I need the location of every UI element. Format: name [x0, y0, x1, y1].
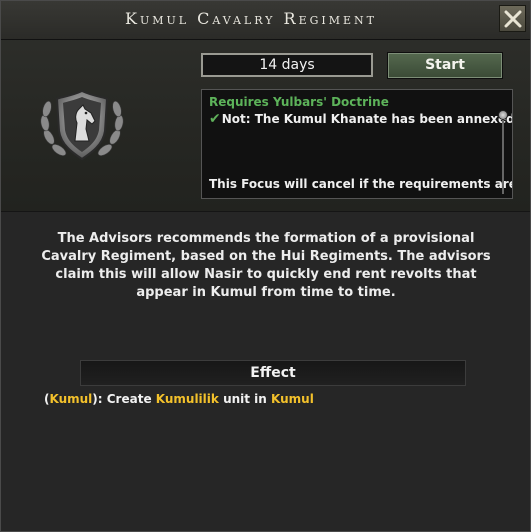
effect-line: (Kumul): Create Kumulilik unit in Kumul: [44, 392, 314, 406]
checkmark-icon: ✔: [209, 111, 221, 127]
scroll-track[interactable]: [502, 114, 504, 194]
requirements-scrollbar[interactable]: [498, 110, 508, 196]
close-x-icon: [504, 10, 521, 27]
effect-header: Effect: [80, 360, 466, 386]
requirement-condition-text: Not: The Kumul Khanate has been annexed.: [221, 112, 513, 126]
requirement-title: Requires Yulbars' Doctrine: [209, 95, 389, 109]
focus-description: The Advisors recommends the formation of…: [41, 231, 491, 300]
scroll-thumb[interactable]: [498, 110, 508, 120]
window-title: Kumul Cavalry Regiment: [125, 9, 377, 28]
focus-window: Kumul Cavalry Regiment 14 days Start Req…: [0, 0, 531, 532]
requirement-condition: ✔Not: The Kumul Khanate has been annexed…: [209, 111, 513, 127]
requirements-panel: Requires Yulbars' Doctrine ✔Not: The Kum…: [201, 89, 513, 199]
effect-country: Kumul: [49, 392, 93, 406]
effect-unit-in-text: unit in: [218, 392, 272, 406]
horse-head-shield-icon: [40, 89, 124, 161]
effect-unit: Kumulilik: [155, 392, 219, 406]
effect-location: Kumul: [271, 392, 314, 406]
close-button[interactable]: [499, 5, 526, 32]
start-button[interactable]: Start: [387, 52, 503, 79]
effect-create-text: ): Create: [92, 392, 156, 406]
focus-duration: 14 days: [201, 53, 373, 77]
title-bar: Kumul Cavalry Regiment: [1, 1, 530, 40]
focus-header: Kumul Cavalry Regiment 14 days Start Req…: [1, 1, 530, 212]
cancel-notice: This Focus will cancel if the requiremen…: [209, 177, 513, 191]
